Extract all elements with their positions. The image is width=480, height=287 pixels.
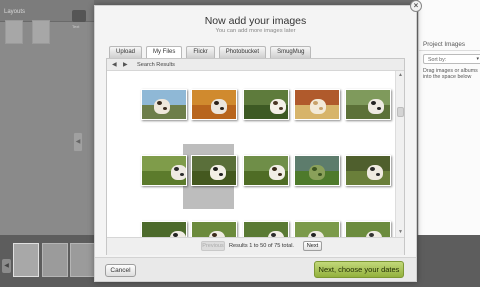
panel-toggle-handle[interactable]: ◀ [73,132,83,152]
project-images-title: Project Images [423,41,465,48]
photo-thumbnail[interactable] [294,221,340,237]
photo-thumbnail[interactable] [141,221,187,237]
text-tool-label: Text [72,24,80,29]
tab-photobucket[interactable]: Photobucket [218,46,267,58]
back-arrow-icon[interactable]: ◀ [112,61,117,68]
dialog-footer: Cancel Next, choose your dates [95,257,416,281]
results-count: Results 1 to 50 of 75 total. [229,243,294,249]
next-page-button[interactable]: Next [303,241,322,251]
layout-thumbnail[interactable] [5,20,23,44]
tab-flickr[interactable]: Flickr [186,46,215,58]
project-images-header: Project Images [419,38,480,51]
photo-thumbnail[interactable] [243,89,289,120]
sort-by-label: Sort by: [428,56,447,63]
chevron-down-icon: ▾ [476,56,479,62]
photo-thumbnail[interactable] [191,89,237,120]
photo-thumbnail[interactable] [191,221,237,237]
browser-nav: ◀ ▶ Search Results [107,59,404,71]
page-thumbnail[interactable] [70,243,96,277]
source-tabs: Upload My Files Flickr Photobucket SmugM… [109,46,312,59]
drop-hint: Drag images or albums into the space bel… [423,68,478,80]
strip-left-arrow-icon[interactable]: ◀ [2,259,11,273]
pagination: Previous Results 1 to 50 of 75 total. Ne… [107,237,404,255]
photo-grid [107,71,395,237]
photo-thumbnail[interactable] [191,155,237,186]
previous-button[interactable]: Previous [201,241,225,251]
scroll-thumb[interactable] [397,107,404,117]
page-thumbnail[interactable] [13,243,39,277]
dialog-title: Now add your images [204,15,307,27]
photo-thumbnail[interactable] [243,221,289,237]
file-browser: ◀ ▶ Search Results ▲ ▼ Previous Results … [106,58,405,255]
cancel-button[interactable]: Cancel [105,264,136,277]
photo-thumbnail[interactable] [294,155,340,186]
layouts-panel: Layouts Text ◀ [0,0,94,235]
next-choose-dates-button[interactable]: Next, choose your dates [314,261,404,278]
photo-thumbnail[interactable] [141,155,187,186]
scroll-up-icon[interactable]: ▲ [397,72,404,79]
close-icon[interactable]: × [410,0,422,12]
photo-thumbnail[interactable] [141,89,187,120]
project-images-panel: Project Images Sort by: ▾ Drag images or… [418,0,480,262]
photo-thumbnail[interactable] [345,89,391,120]
forward-arrow-icon[interactable]: ▶ [123,61,128,68]
layouts-title: Layouts [4,9,26,15]
photo-thumbnail[interactable] [243,155,289,186]
sort-by-select[interactable]: Sort by: ▾ [423,54,480,64]
scrollbar[interactable]: ▲ ▼ [395,71,404,237]
tab-smugmug[interactable]: SmugMug [270,46,312,58]
photo-thumbnail[interactable] [345,221,391,237]
add-images-dialog: Now add your images You can add more ima… [94,5,417,282]
photo-thumbnail[interactable] [345,155,391,186]
layout-thumbnail[interactable] [32,20,50,44]
tab-upload[interactable]: Upload [109,46,143,58]
text-tool-button[interactable] [72,10,86,22]
dialog-subtitle: You can add more images later [215,28,296,34]
page-thumbnail[interactable] [42,243,68,277]
scroll-down-icon[interactable]: ▼ [397,229,404,236]
breadcrumb: Search Results [137,61,175,68]
photo-thumbnail[interactable] [294,89,340,120]
